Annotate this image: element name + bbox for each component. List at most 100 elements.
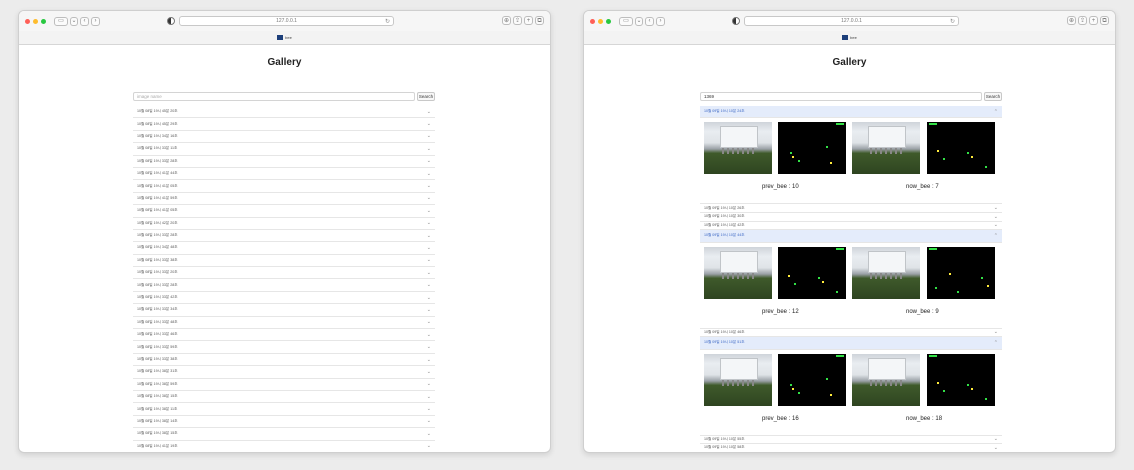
forward-button[interactable]: › bbox=[91, 16, 100, 26]
chevron-down-icon[interactable]: ⌄ bbox=[70, 16, 78, 26]
sidebar-toggle-icon[interactable]: ▭ bbox=[619, 16, 633, 26]
chevron-down-icon[interactable]: ⌄ bbox=[427, 270, 431, 276]
chevron-down-icon[interactable]: ⌄ bbox=[427, 381, 431, 387]
chevron-down-icon[interactable]: ⌄ bbox=[427, 357, 431, 363]
zoom-window-button[interactable] bbox=[41, 18, 46, 24]
accordion-item-header[interactable]: 10월 09일 19시 10분 44초 ⌃ bbox=[700, 230, 1002, 243]
list-item[interactable]: 10월 08일 19시 33분 20초 ⌄ bbox=[133, 267, 435, 280]
chevron-down-icon[interactable]: ⌄ bbox=[427, 158, 431, 164]
chevron-down-icon[interactable]: ⌄ bbox=[427, 282, 431, 288]
chevron-down-icon[interactable]: ⌄ bbox=[427, 109, 431, 115]
list-item[interactable]: 10월 08일 19시 38분 59초 ⌄ bbox=[133, 379, 435, 391]
back-button[interactable]: ‹ bbox=[80, 16, 89, 26]
accordion-item-header[interactable]: 10월 09일 19시 10분 26초 ⌄ bbox=[700, 204, 1002, 213]
chevron-down-icon[interactable]: ⌄ bbox=[427, 344, 431, 350]
chevron-down-icon[interactable]: ⌄ bbox=[427, 319, 431, 325]
zoom-window-button[interactable] bbox=[606, 18, 611, 24]
chevron-down-icon[interactable]: ⌄ bbox=[427, 406, 431, 412]
list-item[interactable]: 10월 08일 19시 38분 31초 ⌄ bbox=[133, 366, 435, 379]
download-icon[interactable]: ⊕ bbox=[1067, 16, 1076, 25]
tab-bar[interactable]: bee bbox=[584, 31, 1115, 45]
share-icon[interactable]: ⇪ bbox=[513, 16, 522, 25]
list-item[interactable]: 10월 08일 19시 38분 15초 ⌄ bbox=[133, 428, 435, 441]
download-icon[interactable]: ⊕ bbox=[502, 16, 511, 25]
accordion-item-header[interactable]: 10월 09일 19시 10분 24초 ⌃ bbox=[700, 106, 1002, 119]
chevron-down-icon[interactable]: ⌄ bbox=[427, 418, 431, 424]
list-item[interactable]: 10월 08일 19시 41분 05초 ⌄ bbox=[133, 180, 435, 193]
list-item[interactable]: 10월 08일 19시 45분 29초 ⌄ bbox=[133, 118, 435, 131]
chevron-down-icon[interactable]: ⌄ bbox=[994, 329, 998, 335]
list-item[interactable]: 10월 08일 19시 38분 11초 ⌄ bbox=[133, 403, 435, 416]
list-item[interactable]: 10월 08일 19시 33분 28초 ⌄ bbox=[133, 279, 435, 292]
list-item[interactable]: 10월 08일 19시 33분 46초 ⌄ bbox=[133, 329, 435, 342]
detection-mask-image[interactable] bbox=[927, 353, 995, 406]
chevron-down-icon[interactable]: ⌄ bbox=[427, 257, 431, 263]
list-item[interactable]: 10월 08일 19시 33분 34초 ⌄ bbox=[133, 304, 435, 317]
chevron-up-icon[interactable]: ⌃ bbox=[994, 109, 998, 115]
detection-mask-image[interactable] bbox=[778, 122, 846, 175]
new-tab-icon[interactable]: + bbox=[524, 16, 533, 25]
share-icon[interactable]: ⇪ bbox=[1078, 16, 1087, 25]
list-item[interactable]: 10월 08일 19시 45분 20초 ⌄ bbox=[133, 106, 435, 119]
chevron-down-icon[interactable]: ⌄ bbox=[427, 146, 431, 152]
close-window-button[interactable] bbox=[590, 18, 595, 24]
list-item[interactable]: 10월 08일 19시 33분 42초 ⌄ bbox=[133, 292, 435, 305]
chevron-down-icon[interactable]: ⌄ bbox=[994, 205, 998, 211]
list-item[interactable]: 10월 08일 19시 41분 05초 ⌄ bbox=[133, 205, 435, 218]
chevron-down-icon[interactable]: ⌄ bbox=[427, 183, 431, 189]
accordion-item-header[interactable]: 10월 09일 19시 10분 46초 ⌄ bbox=[700, 329, 1002, 338]
hive-photo[interactable] bbox=[704, 122, 772, 175]
chevron-down-icon[interactable]: ⌄ bbox=[635, 16, 643, 26]
address-bar[interactable]: 127.0.0.1 ↻ bbox=[179, 16, 394, 26]
chevron-down-icon[interactable]: ⌄ bbox=[427, 394, 431, 400]
chevron-down-icon[interactable]: ⌄ bbox=[427, 307, 431, 313]
chevron-up-icon[interactable]: ⌃ bbox=[994, 340, 998, 346]
chevron-down-icon[interactable]: ⌄ bbox=[427, 245, 431, 251]
detection-mask-image[interactable] bbox=[778, 246, 846, 299]
chevron-down-icon[interactable]: ⌄ bbox=[994, 436, 998, 442]
detection-mask-image[interactable] bbox=[778, 353, 846, 406]
chevron-down-icon[interactable]: ⌄ bbox=[427, 133, 431, 139]
detection-mask-image[interactable] bbox=[927, 122, 995, 175]
sidebar-toggle-icon[interactable]: ▭ bbox=[54, 16, 68, 26]
chevron-down-icon[interactable]: ⌄ bbox=[427, 431, 431, 437]
list-item[interactable]: 10월 08일 19시 33분 38초 ⌄ bbox=[133, 354, 435, 367]
list-item[interactable]: 10월 08일 19시 41분 44초 ⌄ bbox=[133, 168, 435, 181]
accordion-item-header[interactable]: 10월 09일 19시 10분 55초 ⌄ bbox=[700, 436, 1002, 445]
accordion-item-header[interactable]: 10월 09일 19시 10분 42초 ⌄ bbox=[700, 222, 1002, 231]
hive-photo[interactable] bbox=[704, 353, 772, 406]
reload-icon[interactable]: ↻ bbox=[950, 18, 955, 25]
list-item[interactable]: 10월 08일 19시 33분 59초 ⌄ bbox=[133, 341, 435, 354]
chevron-down-icon[interactable]: ⌄ bbox=[427, 443, 431, 449]
reload-icon[interactable]: ↻ bbox=[385, 18, 390, 25]
tab-overview-icon[interactable]: ⧉ bbox=[1100, 16, 1109, 25]
hive-photo[interactable] bbox=[852, 353, 920, 406]
chevron-down-icon[interactable]: ⌄ bbox=[427, 295, 431, 301]
chevron-down-icon[interactable]: ⌄ bbox=[427, 369, 431, 375]
tab-bar[interactable]: bee bbox=[19, 31, 550, 45]
list-item[interactable]: 10월 08일 19시 33분 28초 ⌄ bbox=[133, 156, 435, 168]
hive-photo[interactable] bbox=[852, 246, 920, 299]
detection-mask-image[interactable] bbox=[927, 246, 995, 299]
minimize-window-button[interactable] bbox=[33, 18, 38, 24]
list-item[interactable]: 10월 08일 19시 38분 15초 ⌄ bbox=[133, 391, 435, 404]
chevron-down-icon[interactable]: ⌄ bbox=[427, 121, 431, 127]
list-item[interactable]: 10월 08일 19시 33분 38초 ⌄ bbox=[133, 255, 435, 268]
chevron-down-icon[interactable]: ⌄ bbox=[427, 171, 431, 177]
hive-photo[interactable] bbox=[704, 246, 772, 299]
list-item[interactable]: 10월 08일 19시 33분 11초 ⌄ bbox=[133, 143, 435, 156]
search-button[interactable]: Search bbox=[417, 92, 435, 101]
chevron-down-icon[interactable]: ⌄ bbox=[427, 195, 431, 201]
accordion-item-header[interactable]: 10월 09일 19시 10분 58초 ⌄ bbox=[700, 444, 1002, 452]
new-tab-icon[interactable]: + bbox=[1089, 16, 1098, 25]
list-item[interactable]: 10월 08일 19시 38분 14초 ⌄ bbox=[133, 416, 435, 429]
chevron-down-icon[interactable]: ⌄ bbox=[427, 233, 431, 239]
search-input[interactable]: 1369 bbox=[700, 92, 982, 101]
chevron-down-icon[interactable]: ⌄ bbox=[427, 332, 431, 338]
chevron-down-icon[interactable]: ⌄ bbox=[427, 220, 431, 226]
back-button[interactable]: ‹ bbox=[645, 16, 654, 26]
list-item[interactable]: 10월 08일 19시 41분 19초 ⌄ bbox=[133, 441, 435, 452]
chevron-down-icon[interactable]: ⌄ bbox=[994, 214, 998, 220]
tab-overview-icon[interactable]: ⧉ bbox=[535, 16, 544, 25]
search-input[interactable]: image name bbox=[133, 92, 415, 101]
